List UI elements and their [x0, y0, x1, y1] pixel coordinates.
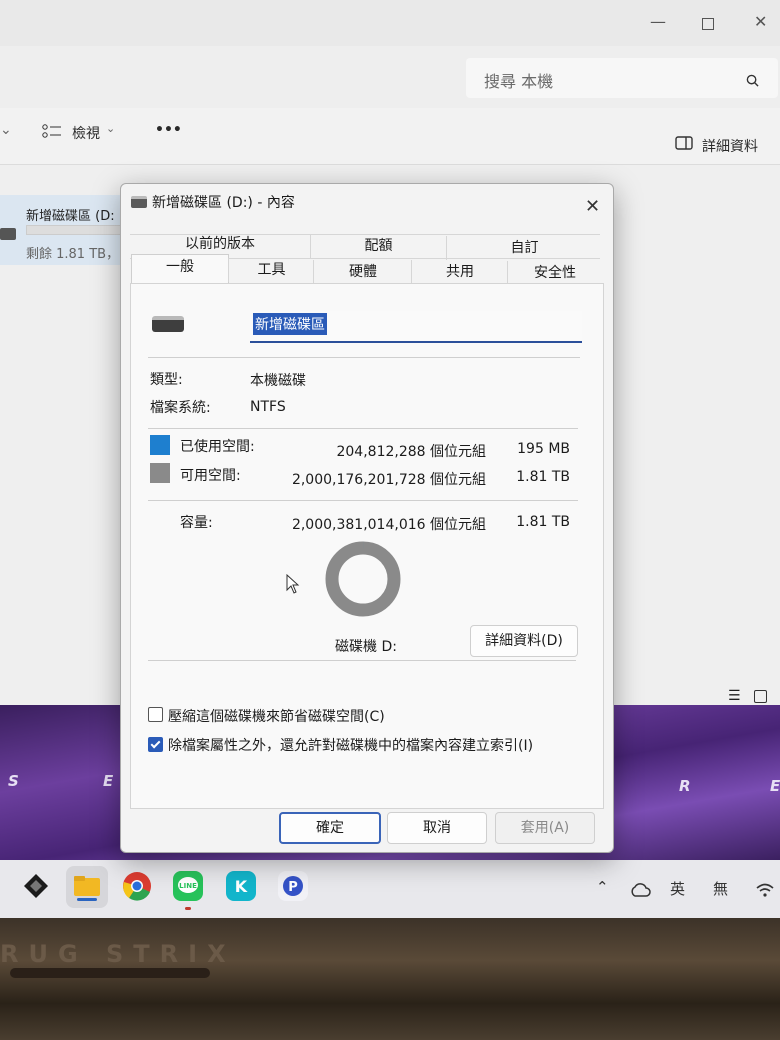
wifi-icon[interactable] [755, 882, 775, 898]
filesystem-value: NTFS [250, 399, 286, 415]
filesystem-label: 檔案系統: [150, 400, 211, 416]
svg-text:P: P [288, 880, 298, 895]
type-value: 本機磁碟 [250, 373, 306, 389]
used-space-bytes: 204,812,288 個位元組 [336, 444, 486, 460]
chevron-up-icon[interactable]: ⌃ [596, 878, 609, 896]
dialog-title: 新增磁碟區 (D:) - 內容 [152, 195, 295, 211]
apply-button[interactable]: 套用(A) [495, 812, 595, 844]
details-pane-icon [675, 136, 693, 150]
drive-d-free: 剩餘 1.81 TB， [26, 247, 120, 262]
compress-drive-checkbox[interactable] [148, 707, 163, 722]
index-contents-label[interactable]: 除檔案屬性之外，還允許對磁碟機中的檔案內容建立索引(I) [168, 735, 533, 755]
ok-button[interactable]: 確定 [279, 812, 381, 844]
tab-sharing[interactable]: 共用 [411, 260, 508, 284]
wallpaper-letter: S [8, 772, 19, 790]
drive-d-name: 新增磁碟區 (D: [26, 209, 115, 224]
wallpaper-letter: E [770, 777, 780, 795]
type-label: 類型: [150, 372, 183, 388]
laptop-brand-text: RUG STRIX [0, 940, 236, 968]
bezel-strip [10, 968, 210, 978]
disk-details-button[interactable]: 詳細資料(D) [470, 625, 578, 657]
explorer-toolbar [0, 108, 780, 165]
search-icon[interactable] [746, 74, 759, 87]
capacity-bytes: 2,000,381,014,016 個位元組 [291, 517, 486, 533]
divider [148, 500, 578, 501]
drive-usage-bar [26, 225, 123, 235]
details-pane-button[interactable]: 詳細資料 [702, 136, 758, 156]
kkbox-icon[interactable]: K [225, 870, 257, 902]
free-space-bytes: 2,000,176,201,728 個位元組 [291, 472, 486, 488]
laptop-bezel [0, 918, 780, 1040]
free-space-size: 1.81 TB [516, 469, 570, 485]
used-space-size: 195 MB [517, 441, 570, 457]
index-contents-checkbox[interactable] [148, 737, 163, 752]
capacity-size: 1.81 TB [516, 514, 570, 530]
view-menu-button[interactable]: 檢視 [72, 123, 100, 143]
mouse-cursor-icon [286, 574, 300, 594]
maximize-icon[interactable] [702, 18, 714, 30]
compress-drive-label[interactable]: 壓縮這個磁碟機來節省磁碟空間(C) [168, 706, 385, 726]
onedrive-cloud-icon[interactable] [629, 882, 651, 898]
tab-customize[interactable]: 自訂 [446, 236, 602, 260]
search-input[interactable]: 搜尋 本機 [484, 68, 553, 92]
wallpaper-letter: R [679, 777, 691, 795]
chevron-down-icon: ⌄ [106, 122, 116, 135]
tab-security[interactable]: 安全性 [507, 261, 602, 285]
rog-armoury-icon[interactable] [20, 870, 52, 902]
used-space-label: 已使用空間: [180, 439, 255, 455]
svg-text:K: K [235, 877, 248, 896]
picpick-icon[interactable]: P [277, 870, 309, 902]
details-view-icon[interactable]: ☰ [728, 688, 741, 704]
chrome-icon[interactable] [121, 870, 153, 902]
wallpaper-letter: E [103, 772, 114, 790]
chevron-down-icon[interactable]: ⌄ [0, 122, 12, 138]
line-app-icon[interactable]: LINE [172, 870, 204, 902]
drive-letter-label: 磁碟機 D: [335, 639, 397, 655]
tab-quota[interactable]: 配額 [310, 234, 446, 258]
drive-large-icon [152, 316, 184, 332]
tab-hardware[interactable]: 硬體 [313, 260, 412, 284]
tab-previous-versions[interactable]: 以前的版本 [130, 232, 310, 256]
divider [148, 660, 576, 661]
tab-general[interactable]: 一般 [131, 254, 229, 285]
ime-mode-indicator[interactable]: 英 [670, 878, 685, 899]
free-space-swatch [150, 463, 170, 483]
file-explorer-icon[interactable] [71, 870, 103, 902]
close-icon[interactable]: ✕ [754, 12, 767, 31]
view-list-icon [42, 124, 61, 138]
ime-input-indicator[interactable]: 無 [713, 878, 728, 899]
disk-usage-donut [325, 541, 401, 617]
volume-name-value[interactable]: 新增磁碟區 [253, 313, 327, 335]
used-space-swatch [150, 435, 170, 455]
notification-indicator [185, 907, 191, 910]
more-options-button[interactable]: ••• [155, 122, 182, 138]
cancel-button[interactable]: 取消 [387, 812, 487, 844]
drive-icon [0, 228, 16, 240]
taskbar [0, 860, 780, 918]
tab-tools[interactable]: 工具 [228, 258, 314, 282]
drive-icon [131, 196, 147, 208]
free-space-label: 可用空間: [180, 468, 241, 484]
svg-text:LINE: LINE [179, 882, 197, 890]
capacity-label: 容量: [180, 515, 213, 531]
tiles-view-icon[interactable] [754, 690, 767, 703]
close-icon[interactable]: ✕ [585, 196, 600, 217]
minimize-icon[interactable]: — [650, 12, 666, 31]
divider [148, 428, 578, 429]
divider [148, 357, 580, 358]
donut-free-ring [325, 541, 401, 617]
